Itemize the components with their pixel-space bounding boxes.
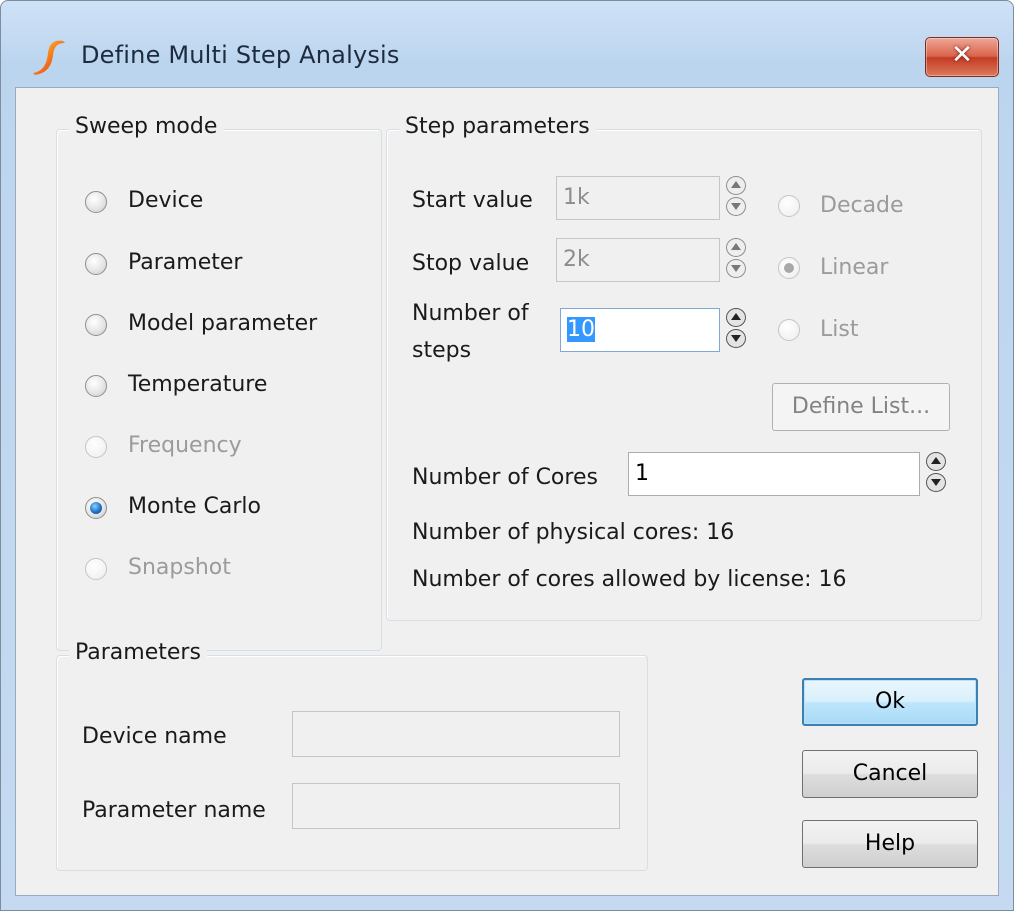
license-cores-text: Number of cores allowed by license: 16 [412,567,847,592]
stop-value-spin-icon [726,238,748,280]
radio-frequency-label: Frequency [128,433,242,458]
number-of-steps-label-line2: steps [412,338,472,363]
radio-linear [778,257,800,279]
title-bar: Define Multi Step Analysis ✕ [1,1,1013,87]
parameter-name-field [292,783,620,829]
radio-monte-carlo-label[interactable]: Monte Carlo [128,494,261,519]
radio-device[interactable] [85,191,107,213]
close-button[interactable]: ✕ [925,37,999,77]
radio-model-parameter[interactable] [85,314,107,336]
radio-snapshot [85,558,107,580]
stop-value-field: 2k [556,238,720,282]
start-value-field: 1k [556,176,720,220]
radio-temperature[interactable] [85,375,107,397]
start-value-label: Start value [412,188,533,213]
parameter-name-label: Parameter name [82,798,266,823]
parameters-legend: Parameters [69,640,207,665]
ok-button[interactable]: Ok [802,678,978,726]
radio-parameter[interactable] [85,253,107,275]
radio-monte-carlo[interactable] [85,497,107,519]
device-name-label: Device name [82,724,227,749]
number-of-cores-spin-icon[interactable] [926,452,948,494]
radio-linear-label: Linear [820,255,889,280]
physical-cores-text: Number of physical cores: 16 [412,520,735,545]
radio-decade-label: Decade [820,193,904,218]
start-value-spin-icon [726,176,748,218]
cancel-button[interactable]: Cancel [802,750,978,798]
simetrix-app-icon [33,40,65,75]
radio-model-parameter-label[interactable]: Model parameter [128,311,317,336]
number-of-steps-label-line1: Number of [412,301,529,326]
sweep-mode-legend: Sweep mode [69,114,224,139]
radio-list [778,319,800,341]
radio-temperature-label[interactable]: Temperature [128,372,267,397]
radio-list-label: List [820,317,859,342]
window-title: Define Multi Step Analysis [81,41,400,69]
number-of-cores-field[interactable]: 1 [628,452,920,496]
step-parameters-legend: Step parameters [399,114,596,139]
parameters-group: Parameters [56,640,648,871]
define-list-button: Define List... [772,383,950,431]
number-of-steps-spin-icon[interactable] [726,308,748,350]
dialog-client-area: Sweep mode Device Parameter Model parame… [15,87,999,896]
radio-decade [778,195,800,217]
dialog-window: Define Multi Step Analysis ✕ Sweep mode … [0,0,1014,911]
number-of-cores-label: Number of Cores [412,465,598,490]
number-of-steps-field[interactable]: 10 [560,308,720,352]
radio-frequency [85,436,107,458]
number-of-steps-value[interactable]: 10 [567,317,595,342]
radio-parameter-label[interactable]: Parameter [128,250,242,275]
radio-device-label[interactable]: Device [128,188,203,213]
help-button[interactable]: Help [802,820,978,868]
radio-snapshot-label: Snapshot [128,555,231,580]
stop-value-label: Stop value [412,251,530,276]
device-name-field [292,711,620,757]
close-x-icon: ✕ [951,40,973,70]
